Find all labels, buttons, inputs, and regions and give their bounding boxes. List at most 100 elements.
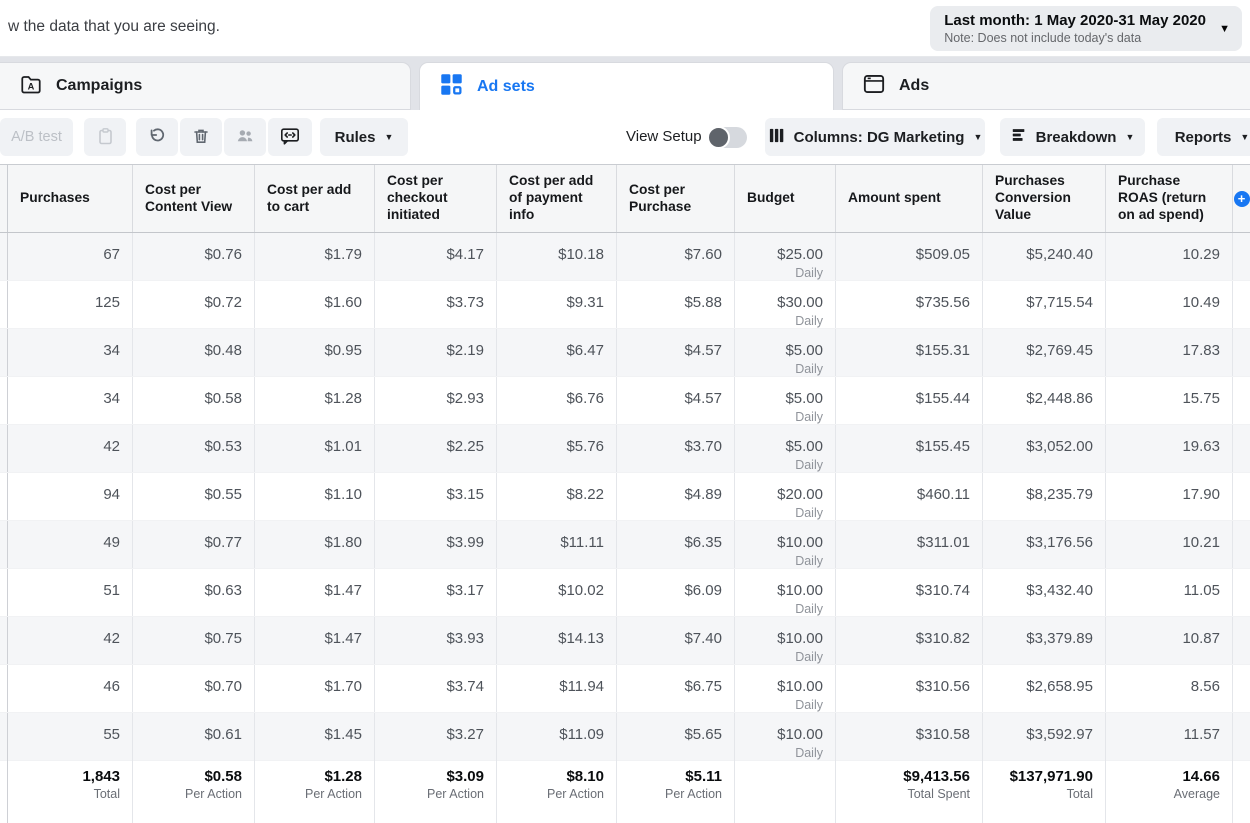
column-header-amount_spent[interactable]: Amount spent bbox=[836, 165, 983, 232]
column-header-budget[interactable]: Budget bbox=[735, 165, 836, 232]
ab-test-button[interactable]: A/B test bbox=[0, 118, 73, 156]
table-row[interactable]: 94$0.55$1.10$3.15$8.22$4.89$20.00Daily$4… bbox=[0, 473, 1250, 521]
cell-purchases: 34 bbox=[8, 377, 133, 424]
chevron-down-icon: ▼ bbox=[1125, 132, 1134, 142]
scroll-sliver bbox=[0, 377, 8, 424]
column-header-cost_checkout[interactable]: Cost per checkout initiated bbox=[375, 165, 497, 232]
breakdown-label: Breakdown bbox=[1036, 129, 1117, 146]
cell-purchases: 46 bbox=[8, 665, 133, 712]
cell-amount_spent: $155.45 bbox=[836, 425, 983, 472]
reports-button[interactable]: Reports ▼ bbox=[1157, 118, 1250, 156]
table-row[interactable]: 42$0.75$1.47$3.93$14.13$7.40$10.00Daily$… bbox=[0, 617, 1250, 665]
column-header-purchases[interactable]: Purchases bbox=[8, 165, 133, 232]
cell-cost_payment_info: $14.13 bbox=[497, 617, 617, 664]
cell-roas: 11.05 bbox=[1106, 569, 1233, 616]
cell-cost_content_view: $0.70 bbox=[133, 665, 255, 712]
embed-code-button[interactable] bbox=[268, 118, 312, 156]
table-row[interactable]: 34$0.58$1.28$2.93$6.76$4.57$5.00Daily$15… bbox=[0, 377, 1250, 425]
table-header: PurchasesCost per Content ViewCost per a… bbox=[0, 165, 1250, 233]
cell-cost_content_view: $0.76 bbox=[133, 233, 255, 280]
cell-conversion_value: $2,658.95 bbox=[983, 665, 1106, 712]
total-roas: 14.66Average bbox=[1106, 758, 1233, 823]
column-header-cost_purchase[interactable]: Cost per Purchase bbox=[617, 165, 735, 232]
total-amount_spent: $9,413.56Total Spent bbox=[836, 758, 983, 823]
svg-text:A: A bbox=[28, 81, 35, 91]
table-row[interactable]: 125$0.72$1.60$3.73$9.31$5.88$30.00Daily$… bbox=[0, 281, 1250, 329]
delete-button[interactable] bbox=[180, 118, 222, 156]
cell-cost_add_to_cart: $0.95 bbox=[255, 329, 375, 376]
tab-campaigns[interactable]: A Campaigns bbox=[0, 62, 411, 110]
cell-cost_purchase: $6.75 bbox=[617, 665, 735, 712]
reports-label: Reports bbox=[1175, 129, 1232, 146]
cell-cost_content_view: $0.61 bbox=[133, 713, 255, 760]
column-header-cost_add_to_cart[interactable]: Cost per add to cart bbox=[255, 165, 375, 232]
rules-label: Rules bbox=[335, 129, 376, 146]
cell-cost_content_view: $0.48 bbox=[133, 329, 255, 376]
table-row[interactable]: 46$0.70$1.70$3.74$11.94$6.75$10.00Daily$… bbox=[0, 665, 1250, 713]
cell-cost_payment_info: $11.11 bbox=[497, 521, 617, 568]
cell-budget: $10.00Daily bbox=[735, 665, 836, 712]
cell-cost_checkout: $3.74 bbox=[375, 665, 497, 712]
row-end-cell bbox=[1233, 281, 1250, 328]
cell-cost_checkout: $2.25 bbox=[375, 425, 497, 472]
scroll-sliver bbox=[0, 758, 8, 823]
scroll-sliver bbox=[0, 425, 8, 472]
cell-cost_payment_info: $5.76 bbox=[497, 425, 617, 472]
table-row[interactable]: 67$0.76$1.79$4.17$10.18$7.60$25.00Daily$… bbox=[0, 233, 1250, 281]
rules-button[interactable]: Rules ▼ bbox=[320, 118, 408, 156]
column-header-cost_content_view[interactable]: Cost per Content View bbox=[133, 165, 255, 232]
tab-ads[interactable]: Ads bbox=[842, 62, 1250, 110]
table-footer: 1,843Total$0.58Per Action$1.28Per Action… bbox=[0, 757, 1250, 823]
cell-conversion_value: $3,592.97 bbox=[983, 713, 1106, 760]
cell-cost_checkout: $2.93 bbox=[375, 377, 497, 424]
cell-purchases: 42 bbox=[8, 425, 133, 472]
columns-icon bbox=[768, 127, 785, 148]
cell-cost_checkout: $4.17 bbox=[375, 233, 497, 280]
column-header-cost_payment_info[interactable]: Cost per add of payment info bbox=[497, 165, 617, 232]
cell-cost_purchase: $3.70 bbox=[617, 425, 735, 472]
columns-button[interactable]: Columns: DG Marketing ▼ bbox=[765, 118, 985, 156]
cell-conversion_value: $3,432.40 bbox=[983, 569, 1106, 616]
table-header-row: PurchasesCost per Content ViewCost per a… bbox=[0, 165, 1250, 233]
chevron-down-icon: ▼ bbox=[973, 132, 982, 142]
audience-button[interactable] bbox=[224, 118, 266, 156]
table-row[interactable]: 34$0.48$0.95$2.19$6.47$4.57$5.00Daily$15… bbox=[0, 329, 1250, 377]
view-setup-toggle[interactable] bbox=[708, 127, 747, 148]
adsets-grid-icon bbox=[439, 72, 464, 102]
cell-cost_checkout: $3.17 bbox=[375, 569, 497, 616]
budget-period-label: Daily bbox=[743, 554, 823, 568]
row-end-cell bbox=[1233, 665, 1250, 712]
cell-cost_content_view: $0.77 bbox=[133, 521, 255, 568]
table-row[interactable]: 51$0.63$1.47$3.17$10.02$6.09$10.00Daily$… bbox=[0, 569, 1250, 617]
budget-period-label: Daily bbox=[743, 362, 823, 376]
total-cost_payment_info: $8.10Per Action bbox=[497, 758, 617, 823]
table-row[interactable]: 42$0.53$1.01$2.25$5.76$3.70$5.00Daily$15… bbox=[0, 425, 1250, 473]
metrics-table: PurchasesCost per Content ViewCost per a… bbox=[0, 164, 1250, 823]
add-column-cell: + bbox=[1233, 165, 1250, 232]
add-column-icon[interactable]: + bbox=[1234, 191, 1250, 207]
cell-cost_add_to_cart: $1.47 bbox=[255, 617, 375, 664]
duplicate-button[interactable] bbox=[84, 118, 126, 156]
breakdown-button[interactable]: Breakdown ▼ bbox=[1000, 118, 1145, 156]
budget-period-label: Daily bbox=[743, 602, 823, 616]
cell-conversion_value: $3,379.89 bbox=[983, 617, 1106, 664]
cell-cost_add_to_cart: $1.79 bbox=[255, 233, 375, 280]
cell-conversion_value: $3,052.00 bbox=[983, 425, 1106, 472]
cell-cost_payment_info: $9.31 bbox=[497, 281, 617, 328]
cell-amount_spent: $311.01 bbox=[836, 521, 983, 568]
cell-cost_content_view: $0.75 bbox=[133, 617, 255, 664]
tab-ad-sets[interactable]: Ad sets bbox=[419, 62, 834, 110]
cell-budget: $20.00Daily bbox=[735, 473, 836, 520]
undo-button[interactable] bbox=[136, 118, 178, 156]
column-header-conversion_value[interactable]: Purchases Conversion Value bbox=[983, 165, 1106, 232]
table-row[interactable]: 49$0.77$1.80$3.99$11.11$6.35$10.00Daily$… bbox=[0, 521, 1250, 569]
cell-cost_content_view: $0.53 bbox=[133, 425, 255, 472]
cell-cost_payment_info: $6.76 bbox=[497, 377, 617, 424]
budget-period-label: Daily bbox=[743, 314, 823, 328]
date-range-picker[interactable]: Last month: 1 May 2020-31 May 2020 Note:… bbox=[930, 6, 1242, 51]
scroll-sliver bbox=[0, 617, 8, 664]
column-header-roas[interactable]: Purchase ROAS (return on ad spend) bbox=[1106, 165, 1233, 232]
table-row[interactable]: 55$0.61$1.45$3.27$11.09$5.65$10.00Daily$… bbox=[0, 713, 1250, 761]
row-end-cell bbox=[1233, 758, 1250, 823]
cell-roas: 8.56 bbox=[1106, 665, 1233, 712]
